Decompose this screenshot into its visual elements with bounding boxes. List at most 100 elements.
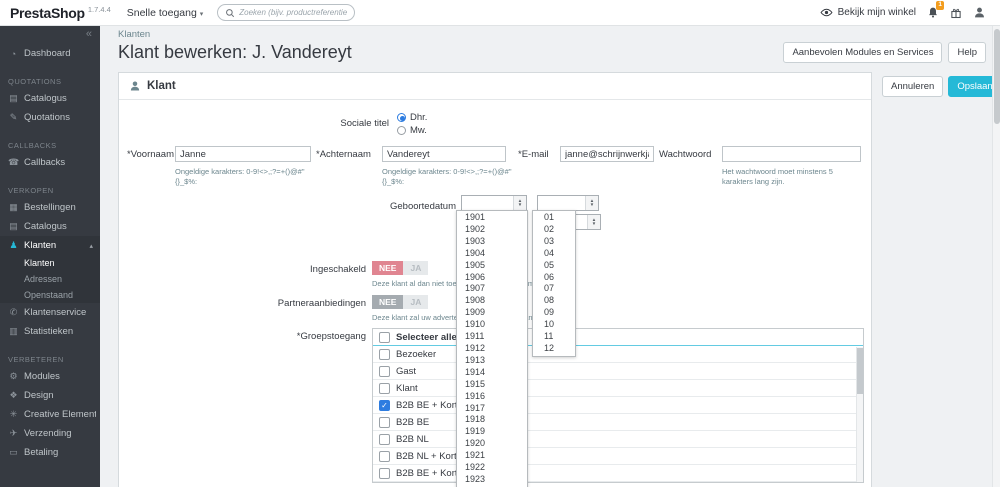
profile-menu-button[interactable] <box>973 6 986 19</box>
month-option[interactable]: 11 <box>533 331 575 343</box>
gift-button[interactable] <box>950 7 962 19</box>
month-option[interactable]: 09 <box>533 307 575 319</box>
sidebar-item[interactable]: ♟ Klanten ▴ <box>0 236 100 255</box>
month-option[interactable]: 01 <box>533 212 575 224</box>
year-option[interactable]: 1910 <box>457 319 527 331</box>
sidebar-item[interactable]: ▦ Bestellingen <box>0 198 100 217</box>
sidebar-item[interactable]: ✳ Creative Elements <box>0 405 100 424</box>
month-option[interactable]: 02 <box>533 224 575 236</box>
sidebar-collapse-button[interactable]: « <box>0 26 100 40</box>
sidebar-item[interactable]: ☎ Callbacks <box>0 153 100 172</box>
year-option[interactable]: 1920 <box>457 438 527 450</box>
toggle-yes[interactable]: JA <box>403 294 429 309</box>
sidebar-item[interactable]: ✎ Quotations <box>0 108 100 127</box>
year-option[interactable]: 1914 <box>457 367 527 379</box>
cancel-button[interactable]: Annuleren <box>882 76 944 97</box>
checkbox[interactable] <box>379 433 390 445</box>
scrollbar-thumb[interactable] <box>857 348 863 394</box>
partner-toggle[interactable]: NEE JA <box>372 294 429 309</box>
sidebar-item[interactable]: ▭ Betaling <box>0 443 100 462</box>
month-option[interactable]: 04 <box>533 248 575 260</box>
year-option[interactable]: 1913 <box>457 355 527 367</box>
month-option[interactable]: 12 <box>533 343 575 355</box>
lastname-input[interactable] <box>382 146 506 162</box>
recommended-modules-button[interactable]: Aanbevolen Modules en Services <box>783 42 943 63</box>
year-option[interactable]: 1923 <box>457 474 527 486</box>
year-option[interactable]: 1911 <box>457 331 527 343</box>
sidebar-item[interactable]: Adressen <box>0 271 100 287</box>
year-option[interactable]: 1907 <box>457 283 527 295</box>
page-scrollbar[interactable] <box>992 26 1000 487</box>
month-option[interactable]: 06 <box>533 272 575 284</box>
birth-month-select[interactable]: ▲ ▼ <box>537 195 599 211</box>
month-option[interactable]: 05 <box>533 260 575 272</box>
table-scrollbar[interactable] <box>856 347 863 482</box>
help-button[interactable]: Help <box>948 42 986 63</box>
year-option[interactable]: 1903 <box>457 236 527 248</box>
sidebar-item[interactable]: ▤ Catalogus <box>0 217 100 236</box>
year-option[interactable]: 1917 <box>457 403 527 415</box>
breadcrumb[interactable]: Klanten <box>118 29 1000 40</box>
checkbox[interactable] <box>379 467 390 479</box>
page-scrollbar-thumb[interactable] <box>994 29 1000 124</box>
toggle-no[interactable]: NEE <box>372 261 404 275</box>
sidebar-item[interactable]: ❖ Design <box>0 386 100 405</box>
group-row[interactable]: B2B NL <box>373 431 863 448</box>
year-option[interactable]: 1916 <box>457 391 527 403</box>
year-option[interactable]: 1915 <box>457 379 527 391</box>
year-option[interactable]: 1908 <box>457 295 527 307</box>
social-title-radio[interactable]: Mw. <box>397 125 427 136</box>
year-option[interactable]: 1918 <box>457 414 527 426</box>
year-option[interactable]: 1909 <box>457 307 527 319</box>
checkbox[interactable] <box>379 365 390 377</box>
prestashop-logo[interactable]: PrestaShop <box>10 5 85 21</box>
social-title-radio[interactable]: Dhr. <box>397 112 427 123</box>
group-row[interactable]: Bezoeker <box>373 346 863 363</box>
month-option[interactable]: 07 <box>533 283 575 295</box>
month-option[interactable]: 10 <box>533 319 575 331</box>
quick-access-dropdown[interactable]: Snelle toegang ▾ <box>127 7 204 19</box>
checkbox[interactable] <box>379 382 390 394</box>
checkbox[interactable] <box>379 399 390 411</box>
notifications-button[interactable]: 1 <box>927 1 944 19</box>
sidebar-item[interactable]: ⚙ Modules <box>0 367 100 386</box>
sidebar-item[interactable]: ◔ Dashboard <box>0 44 100 63</box>
sidebar-item[interactable]: ✈ Verzending <box>0 424 100 443</box>
sidebar-item[interactable]: ▤ Catalogus <box>0 89 100 108</box>
email-input[interactable] <box>560 146 654 162</box>
sidebar-item[interactable]: ▥ Statistieken <box>0 322 100 341</box>
year-option[interactable]: 1905 <box>457 260 527 272</box>
search-input[interactable] <box>239 8 348 17</box>
year-option[interactable]: 1912 <box>457 343 527 355</box>
checkbox[interactable] <box>379 416 390 428</box>
year-option[interactable]: 1901 <box>457 212 527 224</box>
checkbox[interactable] <box>379 348 390 360</box>
year-option[interactable]: 1906 <box>457 272 527 284</box>
group-row[interactable]: Gast <box>373 363 863 380</box>
group-row[interactable]: Selecteer alles <box>373 329 863 346</box>
password-input[interactable] <box>722 146 861 162</box>
year-option[interactable]: 1904 <box>457 248 527 260</box>
checkbox[interactable] <box>379 450 390 462</box>
toggle-yes[interactable]: JA <box>403 261 429 275</box>
month-option[interactable]: 08 <box>533 295 575 307</box>
year-option[interactable]: 1919 <box>457 426 527 438</box>
enabled-toggle[interactable]: NEE JA <box>372 261 429 275</box>
year-option[interactable]: 1921 <box>457 450 527 462</box>
year-option[interactable]: 1922 <box>457 462 527 474</box>
group-row[interactable]: B2B NL + Korting <box>373 448 863 465</box>
group-row[interactable]: B2B BE + Korting <box>373 397 863 414</box>
sidebar-item[interactable]: Openstaand <box>0 287 100 303</box>
group-row[interactable]: B2B BE + Kortingen (pb20) <box>373 465 863 482</box>
group-row[interactable]: B2B BE <box>373 414 863 431</box>
year-option[interactable]: 1902 <box>457 224 527 236</box>
sidebar-item[interactable]: Klanten <box>0 255 100 271</box>
firstname-input[interactable] <box>175 146 311 162</box>
toggle-no[interactable]: NEE <box>372 294 404 309</box>
month-option[interactable]: 03 <box>533 236 575 248</box>
group-row[interactable]: Klant <box>373 380 863 397</box>
birth-year-select[interactable]: ▲ ▼ <box>461 195 527 211</box>
checkbox[interactable] <box>379 331 390 343</box>
view-shop-link[interactable]: Bekijk mijn winkel <box>820 7 916 18</box>
sidebar-item[interactable]: ✆ Klantenservice <box>0 303 100 322</box>
